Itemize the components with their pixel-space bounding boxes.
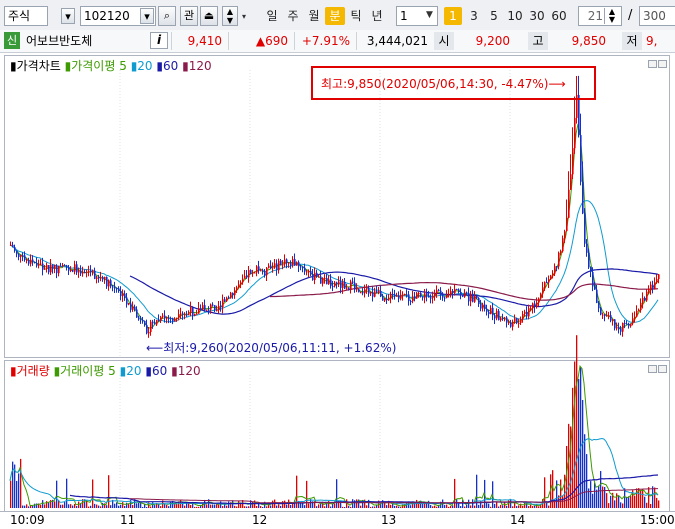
minute-tab[interactable]: 10 [505,7,525,25]
count-spinner[interactable]: ▲ ▼ [604,8,619,24]
period-tab[interactable]: 일 [262,7,282,25]
x-tick-label: 12 [252,513,268,527]
divider [294,32,295,50]
high-label: 고 [528,32,548,50]
period-tab[interactable]: 년 [367,7,387,25]
up-down-arrows-icon: ▲ ▼ [226,7,234,25]
time-axis: 10:09 11 12 13 14 15:00 [0,511,675,529]
price-chart-title[interactable]: 가격차트 [17,59,61,73]
interval-value: 1 [400,9,408,23]
volume-chart-panel[interactable] [4,360,670,512]
chevron-down-icon[interactable]: ▼ [426,10,433,20]
chevron-down-icon: ▾ [65,10,71,23]
vma20-label: 20 [126,364,142,378]
period-tab[interactable]: 틱 [346,7,366,25]
count-value: 21 [587,9,603,23]
market-type-value: 주식 [8,9,31,23]
divider [228,32,229,50]
divider [356,32,357,50]
legend-bullet: ▮ [10,59,17,73]
minute-tab[interactable]: 1 [444,7,462,25]
volume-legend: ▮거래량 ▮거래이평 5 ▮20 ▮60 ▮120 [10,364,201,378]
main-toolbar: 주식 ▾ 102120 ▾ ⌕ 관 ⏏ ▲ ▼ ▾ 일주월분틱년 1 ▼ 1351… [0,0,675,31]
stepper-chevron-icon[interactable]: ▾ [242,12,246,21]
minute-tab[interactable]: 60 [549,7,569,25]
vma60-label: 60 [151,364,168,378]
vma120-label: 120 [177,364,201,378]
low-price: 9, [646,34,658,48]
trade-volume: 3,444,021 [366,34,428,48]
price-change: ▲690 [255,34,288,48]
spinner-arrows-icon: ▲ ▼ [608,7,616,24]
panel-minimize-icon[interactable] [648,60,657,68]
ma120-label: 120 [188,59,212,73]
low-label: 저 [622,32,642,50]
volume-ma-title[interactable]: 거래이평 [60,364,104,378]
eject-button[interactable]: ⏏ [200,6,218,26]
change-rate: +7.91% [301,34,350,48]
open-price: 9,200 [475,34,510,48]
market-type-select[interactable]: 주식 [4,6,48,26]
panel-maximize-icon[interactable] [658,60,667,68]
x-tick-label: 15:00 [640,513,675,527]
panel-minimize-icon[interactable] [648,365,657,373]
market-type-dropdown-button[interactable]: ▾ [61,8,75,24]
period-tab[interactable]: 분 [325,7,345,25]
high-price: 9,850 [571,34,606,48]
vma5-label: 5 [108,364,116,378]
ma60-label: 60 [163,59,179,73]
search-icon: ⌕ [163,9,171,22]
period-tab[interactable]: 월 [304,7,324,25]
ma5-label: 5 [119,59,127,73]
stock-code-value: 102120 [84,9,130,23]
minute-tab[interactable]: 3 [465,7,483,25]
minute-tab[interactable]: 5 [485,7,503,25]
eject-icon: ⏏ [203,9,215,22]
total-count-value: 300 [643,9,666,23]
x-tick-label: 11 [120,513,136,527]
minute-tab[interactable]: 30 [527,7,547,25]
volume-chart-title[interactable]: 거래량 [17,364,50,378]
price-ma-title[interactable]: 가격이평 [71,59,115,73]
period-tab[interactable]: 주 [283,7,303,25]
current-price: 9,410 [187,34,222,48]
panel-maximize-icon[interactable] [658,365,667,373]
count-separator: / [628,8,633,23]
x-tick-label: 10:09 [10,513,45,527]
stock-info-button[interactable]: i [150,32,168,49]
search-button[interactable]: ⌕ [158,6,176,26]
chevron-down-icon: ▾ [144,10,150,23]
price-chart-panel[interactable] [4,55,670,358]
open-label: 시 [434,32,454,50]
stock-name: 어보브반도체 [26,34,93,48]
code-dropdown-button[interactable]: ▾ [140,8,154,24]
updown-stepper[interactable]: ▲ ▼ [222,6,238,26]
interest-button[interactable]: 관 [180,6,198,26]
interest-label: 관 [183,9,195,22]
total-count-field: 300 [639,6,675,26]
x-tick-label: 14 [510,513,526,527]
price-legend: ▮가격차트 ▮가격이평 5 ▮20 ▮60 ▮120 [10,59,212,73]
ma20-label: 20 [137,59,153,73]
new-listing-badge: 신 [4,32,20,49]
x-tick-label: 13 [381,513,397,527]
